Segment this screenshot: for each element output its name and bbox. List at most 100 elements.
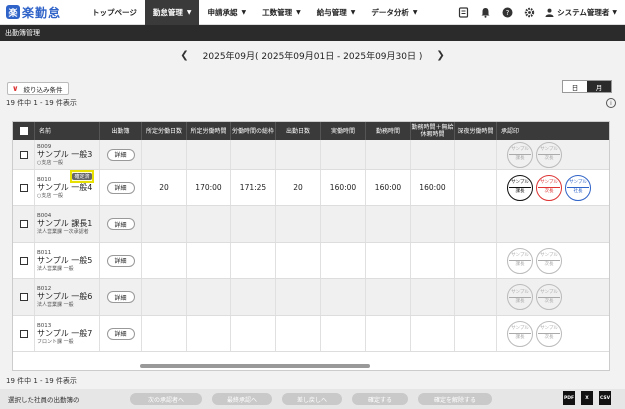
prev-month-button[interactable]: ❮ bbox=[180, 50, 188, 61]
employee-department: 法人営業課 一般 bbox=[37, 265, 74, 272]
csv-export-icon[interactable]: CSV bbox=[599, 391, 611, 405]
value-cell bbox=[231, 206, 276, 242]
timecard-icon[interactable] bbox=[457, 7, 469, 19]
horizontal-scrollbar[interactable] bbox=[140, 364, 370, 368]
detail-button[interactable]: 詳細 bbox=[106, 254, 135, 267]
nav-item-2[interactable]: 申請承認 ▼ bbox=[199, 0, 254, 25]
nav-item-5[interactable]: データ分析 ▼ bbox=[363, 0, 425, 25]
confirmed-badge-label: 確定済 bbox=[72, 173, 92, 180]
pdf-export-icon[interactable]: PDF bbox=[563, 391, 575, 405]
value-cell bbox=[455, 279, 497, 315]
row-checkbox-cell[interactable] bbox=[13, 316, 35, 351]
employee-cell: B009 サンプル 一般3 ○支店 一般 bbox=[35, 140, 100, 169]
value-cell bbox=[231, 243, 276, 278]
bell-icon[interactable] bbox=[479, 7, 491, 19]
user-menu[interactable]: システム管理者 ▼ bbox=[545, 7, 617, 18]
value-cell: 170:00 bbox=[187, 170, 231, 205]
excel-export-icon[interactable]: X bbox=[581, 391, 593, 405]
chevron-down-icon: ▼ bbox=[296, 8, 301, 16]
bulk-action-button[interactable]: 最終承認へ bbox=[212, 393, 272, 405]
value-cell bbox=[366, 243, 411, 278]
bulk-action-button[interactable]: 差し戻しへ bbox=[282, 393, 342, 405]
value-cell bbox=[142, 140, 187, 169]
detail-button[interactable]: 詳細 bbox=[106, 148, 135, 161]
bulk-action-button[interactable]: 次の承認者へ bbox=[130, 393, 202, 405]
detail-button[interactable]: 詳細 bbox=[106, 181, 135, 194]
employee-info: B004 サンプル 課長1 法人営業課 一次承認者 bbox=[35, 212, 92, 236]
approval-stamp: サンプル 課長 bbox=[507, 174, 533, 201]
value-cell bbox=[231, 279, 276, 315]
approval-stamp: サンプル 課長 bbox=[507, 247, 533, 274]
row-checkbox[interactable] bbox=[19, 220, 28, 228]
row-checkbox-cell[interactable] bbox=[13, 206, 35, 242]
filter-button[interactable]: ∨ 絞り込み条件 bbox=[7, 82, 69, 95]
next-month-button[interactable]: ❯ bbox=[436, 50, 444, 61]
bulk-action-bar: 選択した社員の出勤簿の 次の承認者へ 最終承認へ 差し戻しへ 確定する 確定を解除する bbox=[0, 389, 625, 409]
stamp-divider bbox=[509, 154, 531, 155]
approval-stamps: サンプル 課長 サンプル 次長 bbox=[497, 243, 565, 278]
bulk-action-button[interactable]: 確定を解除する bbox=[418, 393, 492, 405]
employee-info: B013 サンプル 一般7 フロント課 一般 bbox=[35, 322, 92, 346]
detail-button[interactable]: 詳細 bbox=[106, 218, 135, 230]
nav-item-label: 申請承認 bbox=[207, 7, 238, 17]
row-checkbox-cell[interactable] bbox=[13, 279, 35, 315]
row-checkbox[interactable] bbox=[19, 183, 28, 192]
nav-item-label: 給与管理 bbox=[316, 7, 347, 17]
view-toggle: 日 月 bbox=[562, 80, 612, 93]
column-header: 実働時間 bbox=[321, 122, 366, 140]
approval-stamp: サンプル 課長 bbox=[507, 141, 533, 168]
result-count-top: 19 件中 1 - 19 件表示 bbox=[6, 99, 77, 107]
stamp-top: サンプル bbox=[540, 253, 558, 258]
detail-cell: 詳細 bbox=[100, 316, 142, 351]
value-cell bbox=[411, 279, 455, 315]
day-view-toggle[interactable]: 日 bbox=[563, 81, 587, 92]
column-header: 労働時間の総枠 bbox=[231, 122, 276, 140]
row-checkbox[interactable] bbox=[19, 150, 28, 159]
detail-cell: 詳細 bbox=[100, 279, 142, 315]
bulk-action-button[interactable]: 確定する bbox=[352, 393, 408, 405]
nav-item-3[interactable]: 工数管理 ▼ bbox=[254, 0, 309, 25]
column-settings-icon[interactable]: ⁞ bbox=[606, 98, 616, 108]
stamp-bottom: 次長 bbox=[544, 298, 554, 304]
approval-stamp: サンプル 次長 bbox=[536, 247, 562, 274]
detail-button[interactable]: 詳細 bbox=[106, 327, 135, 340]
employee-department: 法人営業課 一次承認者 bbox=[37, 229, 89, 235]
row-checkbox[interactable] bbox=[19, 293, 28, 301]
help-icon[interactable]: ? bbox=[501, 7, 513, 19]
nav-item-1[interactable]: 勤怠管理 ▼ bbox=[144, 0, 200, 25]
column-header: 所定労働時間 bbox=[187, 122, 231, 140]
row-checkbox[interactable] bbox=[19, 329, 28, 338]
detail-button[interactable]: 詳細 bbox=[106, 291, 135, 303]
approval-stamp: サンプル 次長 bbox=[536, 320, 562, 347]
gear-icon[interactable] bbox=[523, 7, 535, 19]
row-checkbox-cell[interactable] bbox=[13, 243, 35, 278]
app-logo[interactable]: 楽 楽勤怠 bbox=[6, 4, 76, 21]
nav-item-label: トップページ bbox=[92, 7, 137, 17]
row-checkbox-cell[interactable] bbox=[13, 140, 35, 169]
stamp-divider bbox=[538, 333, 560, 334]
value-cell bbox=[321, 279, 366, 315]
value-cell bbox=[231, 316, 276, 351]
nav-item-label: データ分析 bbox=[371, 7, 409, 17]
select-all-checkbox[interactable] bbox=[19, 127, 28, 135]
nav-item-0[interactable]: トップページ bbox=[84, 0, 145, 25]
stamp-divider bbox=[538, 260, 560, 261]
approval-stamps bbox=[497, 206, 507, 242]
employee-department: ○支店 一般 bbox=[37, 192, 63, 199]
stamp-divider bbox=[509, 296, 531, 298]
stamp-top: サンプル bbox=[540, 289, 558, 295]
value-cell bbox=[455, 206, 497, 242]
nav-right: ? システム管理者 ▼ bbox=[447, 0, 617, 25]
nav-item-4[interactable]: 給与管理 ▼ bbox=[309, 0, 364, 25]
select-all-checkbox-cell[interactable] bbox=[13, 122, 35, 140]
employee-info: B009 サンプル 一般3 ○支店 一般 bbox=[35, 143, 92, 167]
month-view-toggle[interactable]: 月 bbox=[587, 81, 611, 92]
row-checkbox[interactable] bbox=[19, 256, 28, 265]
value-cell bbox=[411, 140, 455, 169]
table-row: B004 サンプル 課長1 法人営業課 一次承認者 詳細 bbox=[13, 206, 609, 243]
approval-stamps: サンプル 課長 サンプル 次長 bbox=[497, 140, 565, 169]
detail-cell: 詳細 bbox=[100, 170, 142, 205]
value-cell bbox=[366, 316, 411, 351]
value-cell bbox=[321, 140, 366, 169]
row-checkbox-cell[interactable] bbox=[13, 170, 35, 205]
